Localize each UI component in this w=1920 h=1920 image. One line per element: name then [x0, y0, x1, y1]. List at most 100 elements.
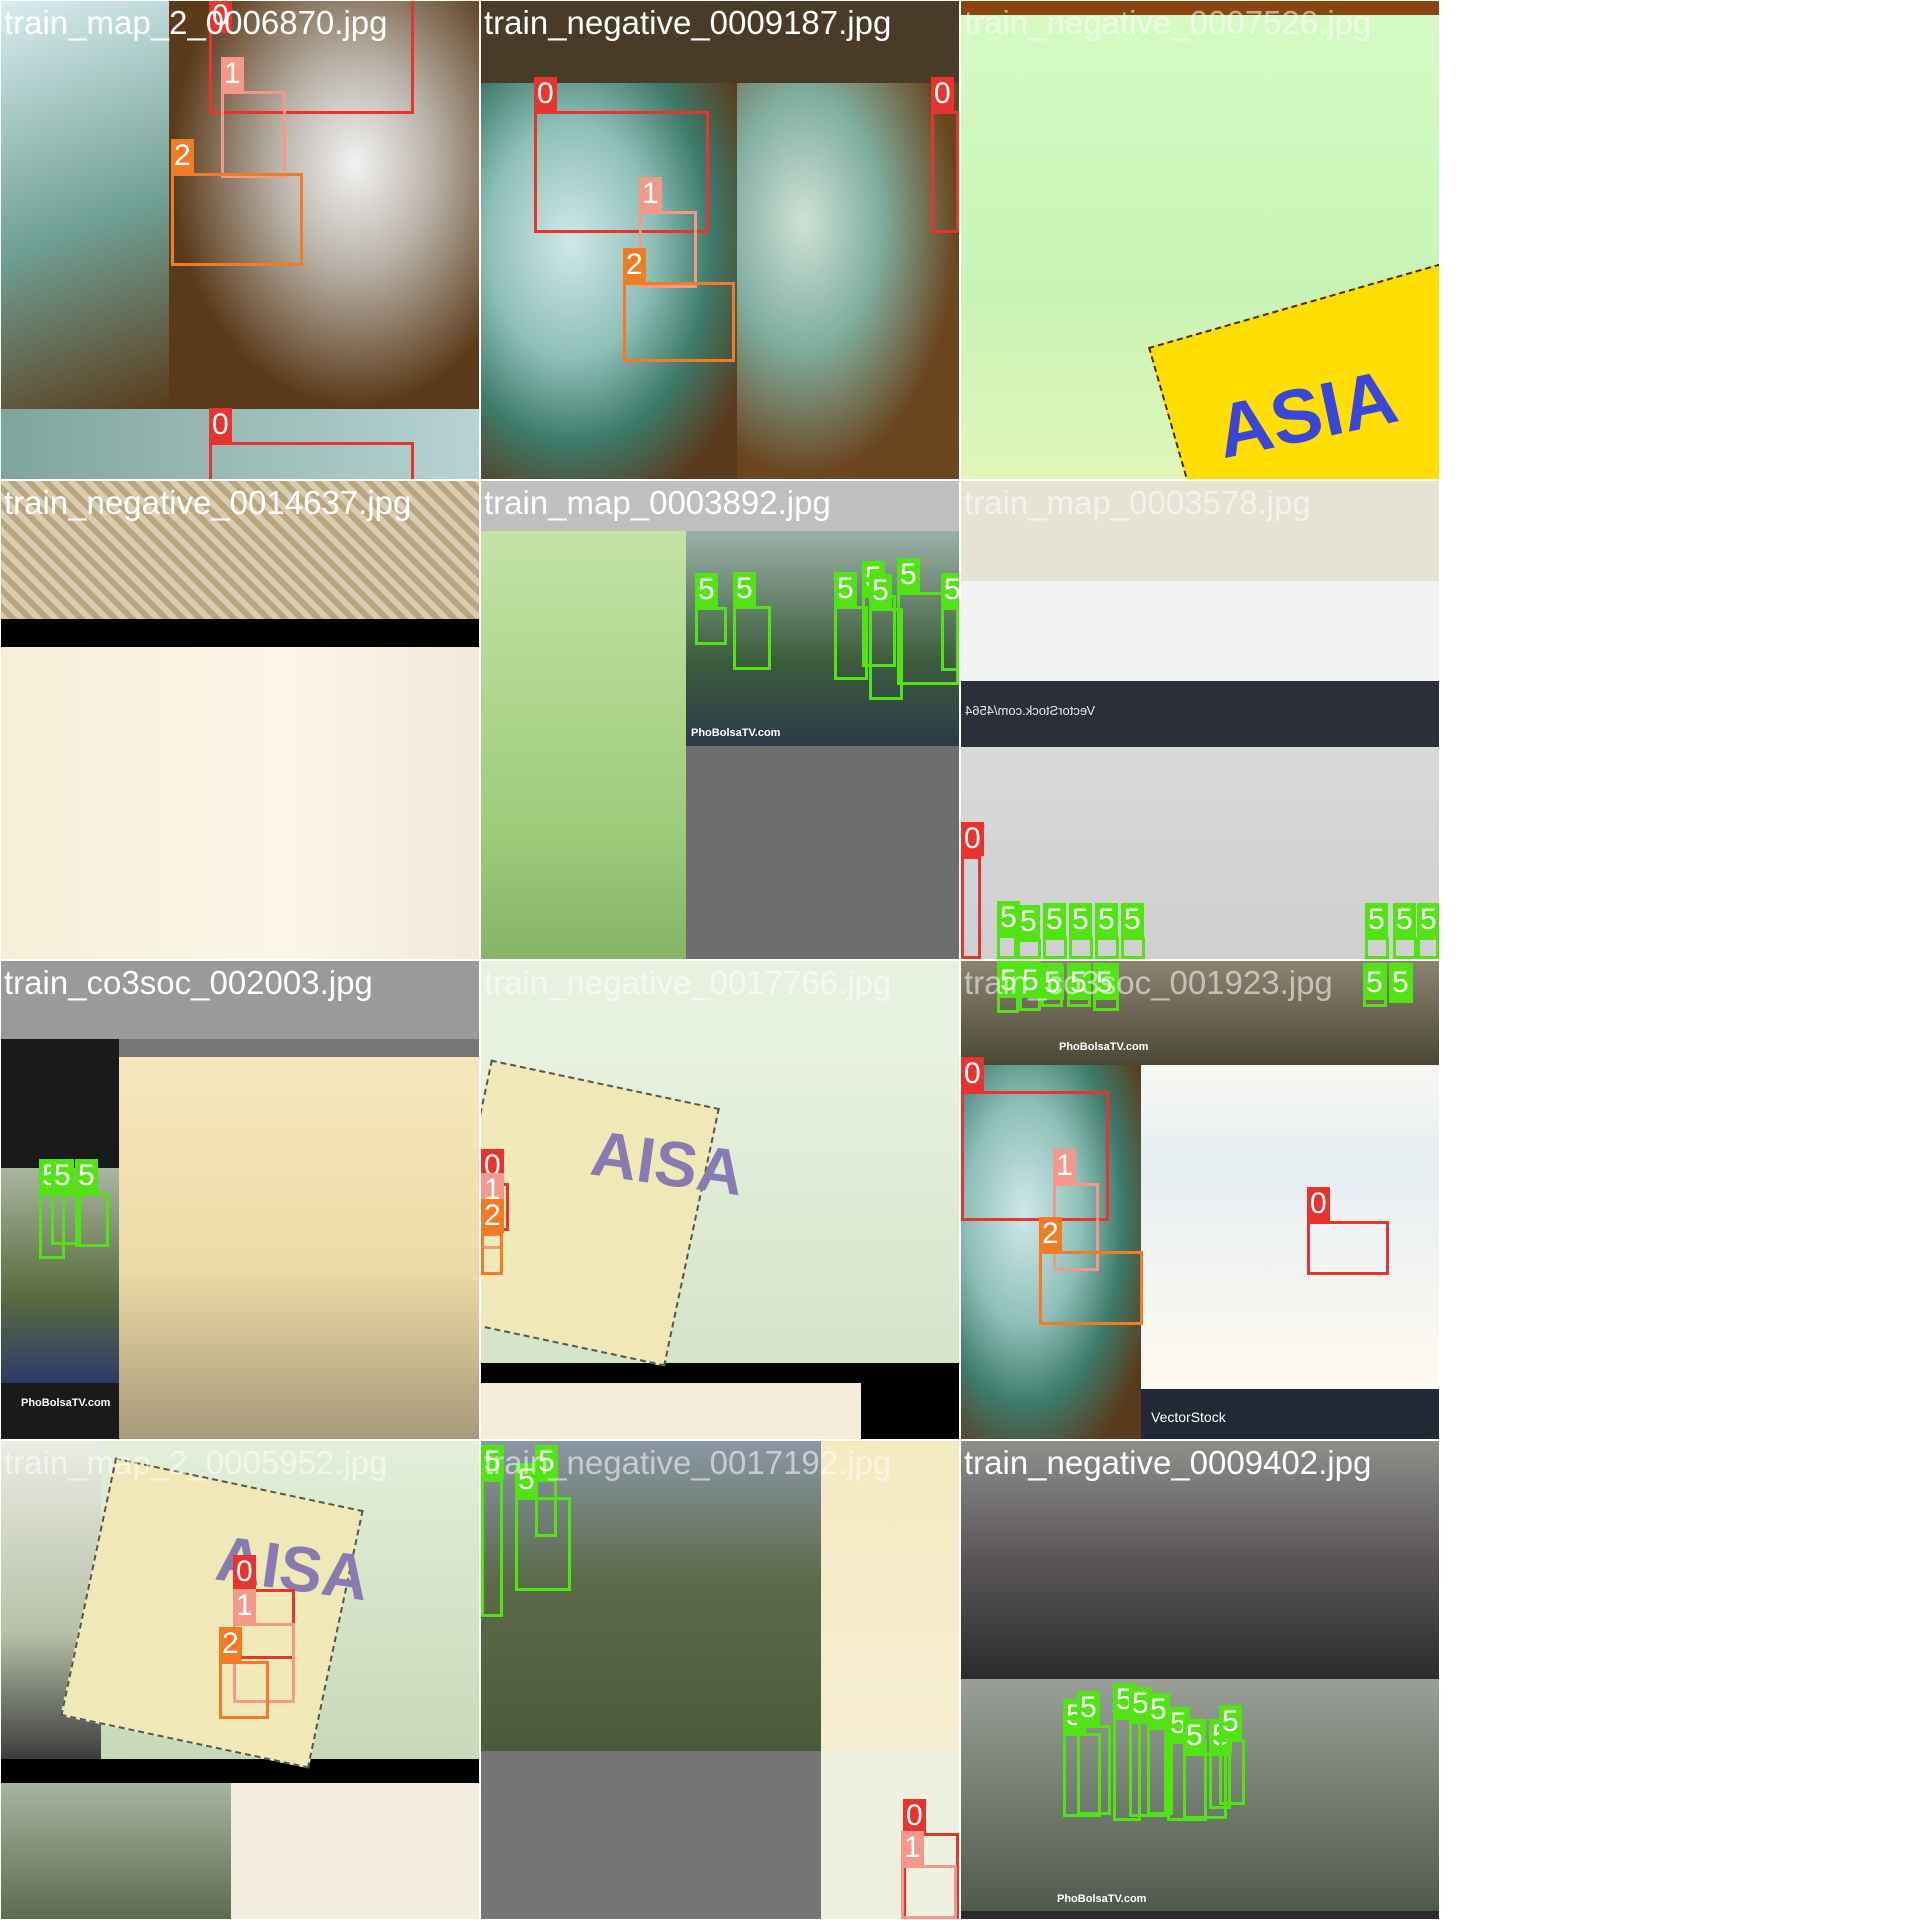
tile-filename: train_negative_0017766.jpg: [484, 964, 892, 1001]
tile-filename: train_co3soc_001923.jpg: [964, 964, 1333, 1001]
watermark-text: PhoBolsaTV.com: [1059, 1041, 1149, 1053]
detection-box-class-5: 5: [481, 1445, 504, 1617]
detection-class-label: 1: [233, 1589, 256, 1623]
detection-class-label: 0: [534, 77, 557, 111]
tile-image-segment: [1141, 1065, 1439, 1389]
tile-image-segment: [1, 1783, 231, 1919]
asia-signboard: [60, 1457, 364, 1769]
detection-class-label: 1: [1053, 1149, 1076, 1183]
detection-class-label: 0: [209, 408, 232, 442]
mosaic-tile: 5 5 5 0 1 train_negative_0017192.jpg: [481, 1441, 959, 1919]
detection-box-class-5: 5: [1363, 963, 1387, 1007]
detection-class-label: 2: [171, 139, 194, 173]
tile-filename: train_negative_0009402.jpg: [964, 1444, 1372, 1481]
tile-filename: train_map_0003892.jpg: [484, 484, 831, 521]
detection-box-class-2: 2: [171, 139, 303, 266]
detection-class-label: 0: [961, 822, 984, 856]
detection-box-class-5: 5: [1393, 903, 1417, 959]
tile-image-segment: [119, 1057, 479, 1439]
tile-image-segment: [1, 619, 479, 647]
watermark-text: PhoBolsaTV.com: [691, 727, 781, 739]
detection-box-class-5: 5: [535, 1445, 558, 1537]
mosaic-tile: PhoBolsaTV.com555555555train_negative_00…: [961, 1441, 1439, 1919]
detection-class-label: 5: [869, 574, 892, 608]
detection-box-class-5: 5: [733, 572, 771, 670]
detection-box-class-5: 5: [1219, 1705, 1245, 1805]
detection-box-class-5: 5: [1417, 903, 1439, 959]
mosaic-tile: 0 1 2 0 train_negative_0009187.jpg: [481, 1, 959, 479]
detection-class-label: 0: [233, 1555, 256, 1589]
detection-class-label: 5: [695, 573, 718, 607]
detection-box-class-5: 5: [1069, 903, 1093, 959]
detection-class-label: 0: [961, 1057, 984, 1091]
detection-box-class-2: 2: [1039, 1217, 1143, 1325]
detection-class-label: 5: [1393, 903, 1416, 937]
detection-class-label: 2: [219, 1627, 242, 1661]
detection-box-class-0: 0: [1307, 1187, 1389, 1275]
detection-box-class-2: 2: [219, 1627, 269, 1719]
detection-class-label: 5: [733, 572, 756, 606]
detection-class-label: 0: [903, 1799, 926, 1833]
detection-box-class-5: 5: [1043, 903, 1067, 959]
detection-box-class-5: 5: [1077, 1691, 1111, 1815]
mosaic-tile: train_negative_0014637.jpg: [1, 481, 479, 959]
banner-text: VectorStock.com/4564: [965, 703, 1096, 718]
detection-box-class-5: 5: [1017, 905, 1041, 959]
detection-class-label: 1: [639, 177, 662, 211]
mosaic-tile: PhoBolsaTV.com VectorStock 5 5 5 5 5 5 5 0 1 2 0 trai…: [961, 961, 1439, 1439]
mosaic-tile: PhoBolsaTV.com5555555train_map_0003892.j…: [481, 481, 959, 959]
tile-image-segment: [481, 531, 686, 959]
detection-class-label: 5: [1017, 905, 1040, 939]
watermark-text: PhoBolsaTV.com: [1057, 1893, 1147, 1905]
detection-box-class-5: 5: [997, 901, 1020, 959]
mosaic-tile: AISA 0 1 2 train_negative_0017766.jpg: [481, 961, 959, 1439]
tile-image-segment: [686, 746, 959, 959]
tile-image-segment: [231, 1783, 479, 1919]
detection-class-label: 5: [1095, 903, 1118, 937]
detection-class-label: 2: [1039, 1217, 1062, 1251]
tile-filename: train_map_2_0005952.jpg: [4, 1444, 388, 1481]
detection-class-label: 5: [1077, 1691, 1100, 1725]
mosaic-tile: VectorStock.com/4564 0 5 5 5 5 5 5 5 5 5 train_map_…: [961, 481, 1439, 959]
tile-filename: train_map_0003578.jpg: [964, 484, 1311, 521]
vectorstock-text: VectorStock: [1151, 1409, 1226, 1425]
mosaic-tile: ASIA train_negative_0007526.jpg: [961, 1, 1439, 479]
tile-image-segment: [737, 83, 959, 479]
tile-image-segment: [1, 1, 169, 409]
watermark-text: PhoBolsaTV.com: [21, 1397, 111, 1409]
training-batch-mosaic: 0 1 2 0 train_map_2_0006870.jpg 0 1 2 0 train_neg…: [0, 0, 1440, 1920]
tile-image-segment: [481, 1383, 861, 1439]
detection-class-label: 5: [51, 1159, 74, 1193]
detection-class-label: 2: [481, 1199, 504, 1233]
tile-filename: train_negative_0014637.jpg: [4, 484, 412, 521]
tile-image-segment: [1, 1759, 479, 1783]
detection-box-class-5: 5: [1389, 963, 1413, 1003]
tile-image-segment: [961, 1911, 1439, 1919]
tile-filename: train_map_2_0006870.jpg: [4, 4, 388, 41]
detection-box-class-5: 5: [75, 1159, 109, 1247]
detection-box-class-1: 1: [221, 57, 286, 178]
detection-class-label: 1: [221, 57, 244, 91]
detection-class-label: 1: [901, 1831, 924, 1865]
detection-class-label: 2: [623, 248, 646, 282]
tile-filename: train_negative_0007526.jpg: [964, 4, 1372, 41]
detection-class-label: 5: [941, 573, 959, 607]
detection-class-label: 5: [1417, 903, 1439, 937]
mosaic-tile: PhoBolsaTV.com555train_co3soc_002003.jpg: [1, 961, 479, 1439]
detection-class-label: 0: [1307, 1187, 1330, 1221]
detection-box-class-2: 2: [623, 248, 735, 362]
detection-box-class-2: 2: [481, 1199, 504, 1275]
detection-box-class-1: 1: [901, 1831, 957, 1919]
tile-image-segment: [961, 581, 1439, 681]
detection-class-label: 5: [1183, 1719, 1206, 1753]
detection-class-label: 5: [1365, 903, 1388, 937]
tile-image-segment: [481, 1751, 821, 1919]
detection-box-class-0: 0: [931, 77, 959, 233]
tile-image-segment: [821, 1441, 959, 1751]
detection-box-class-1: 1: [639, 177, 697, 288]
tile-filename: train_negative_0009187.jpg: [484, 4, 892, 41]
detection-box-class-0: 0: [961, 822, 984, 959]
detection-box-class-5: 5: [1121, 903, 1145, 959]
detection-class-label: 5: [897, 558, 920, 592]
detection-box-class-0: 0: [209, 408, 414, 479]
